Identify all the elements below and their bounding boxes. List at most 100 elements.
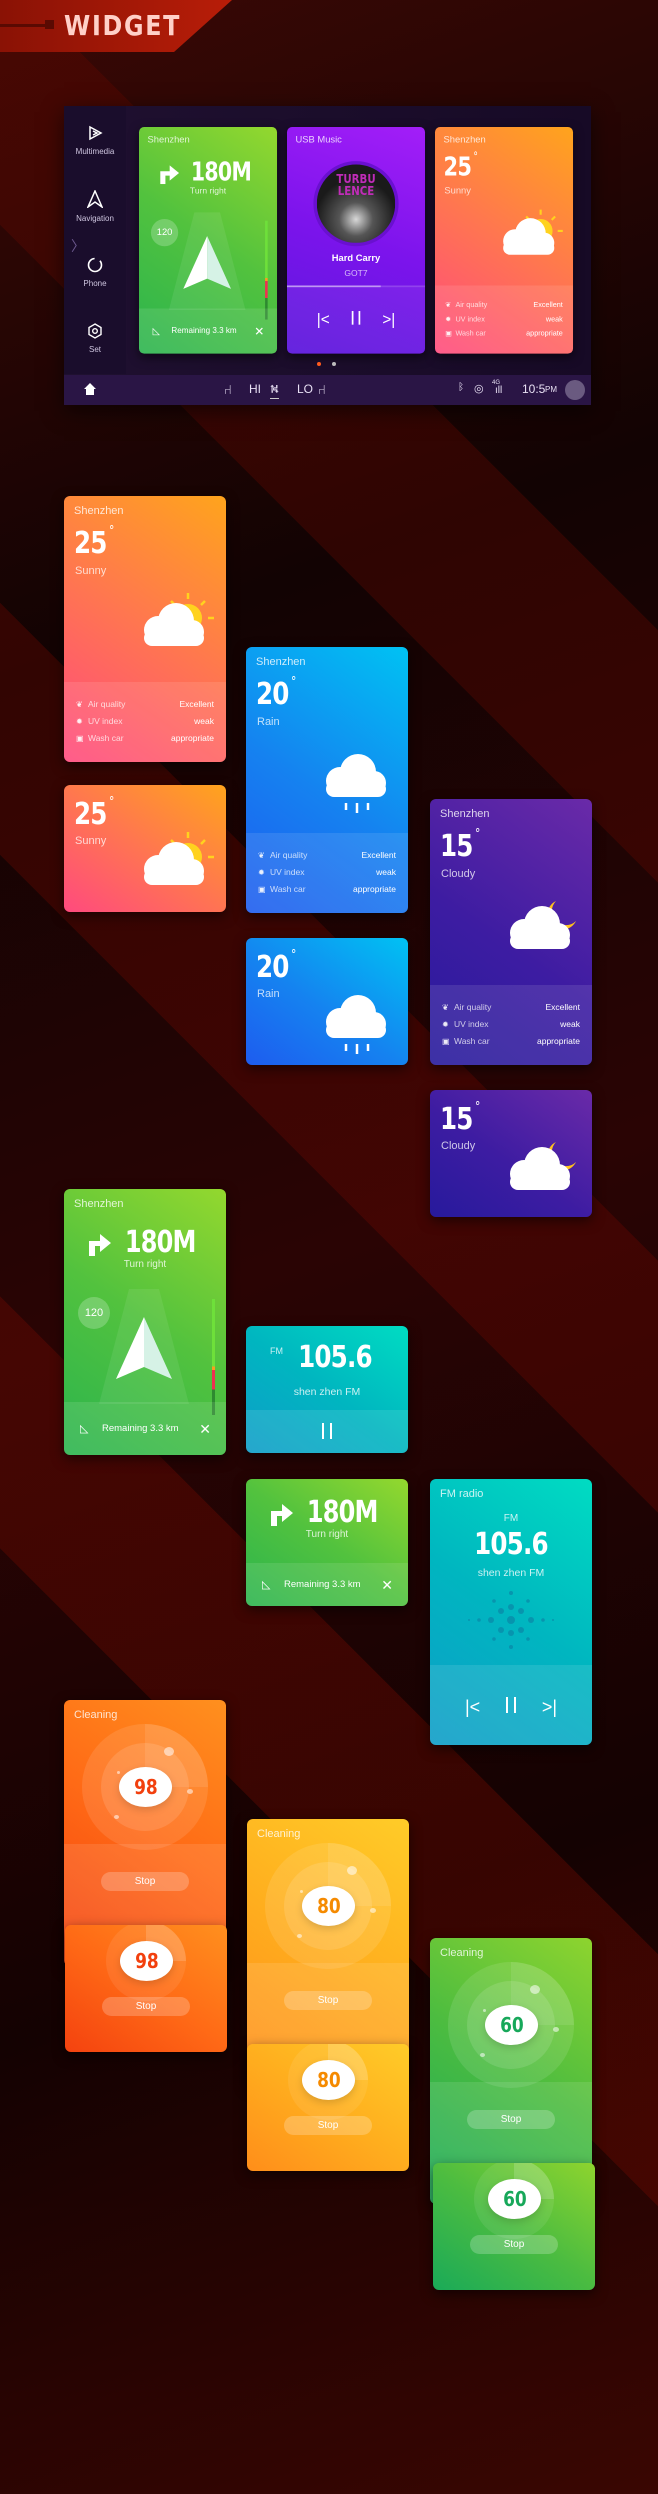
home-icon[interactable] [83,382,97,396]
car-icon: ▣ [258,884,266,894]
info-row: ▣ Wash car appropriate [76,733,214,743]
moon-cloud-icon [510,901,576,949]
sun-cloud-icon [144,593,214,646]
info-row: ✹ UV index weak [442,1019,580,1029]
stop-button[interactable]: Stop [467,2110,555,2129]
weather-widget-sunny-compact[interactable]: 25 ° Sunny [64,785,226,912]
temp-lo-button[interactable]: LO [297,382,313,396]
rain-cloud-icon [326,995,386,1054]
info-value: Excellent [533,299,563,309]
avatar[interactable] [565,380,585,400]
stop-button[interactable]: Stop [101,1872,189,1891]
progress-track[interactable] [287,285,426,288]
weather-condition: Cloudy [441,868,476,880]
radio-widget-compact[interactable]: FM 105.6 shen zhen FM [246,1326,408,1453]
temperature: 25 ° [74,524,114,561]
weather-widget-cloudy-compact[interactable]: 15 ° Cloudy [430,1090,592,1217]
music-controls: |< >| [287,285,426,354]
stop-button[interactable]: Stop [102,1997,190,2016]
widget-title: Cleaning [257,1828,301,1840]
car-dashboard: Multimedia Navigation 〉 Phone Set Shenzh… [64,106,591,405]
stop-button[interactable]: Stop [284,2116,372,2135]
turn-right-icon [160,164,179,184]
page-indicator [64,362,591,368]
seat-heat-left-icon[interactable]: ⑁ [224,382,232,397]
mute-icon[interactable]: ◺ [80,1422,88,1435]
cleaning-widget-yellow-compact[interactable]: 80 Stop [247,2044,409,2171]
sidebar-item-multimedia[interactable]: Multimedia [64,125,126,156]
cleaning-widget-orange-compact[interactable]: 98 Stop [65,1925,227,2052]
cleaning-widget-green-compact[interactable]: 60 Stop [433,2163,595,2290]
info-label: Air quality [88,699,126,709]
navigation-widget-compact[interactable]: 180M Turn right ◺ Remaining 3.3 km ✕ [246,1479,408,1606]
stop-button[interactable]: Stop [470,2235,558,2254]
frequency: 105.6 [298,1340,373,1375]
info-label: Air quality [454,1002,492,1012]
info-row: ▣ Wash car appropriate [445,329,563,338]
sidebar-label: Phone [83,279,107,288]
info-value: appropriate [526,328,563,338]
frequency: 105.6 [474,1527,549,1562]
city-name: Shenzhen [74,1198,124,1210]
navigation-widget-full[interactable]: Shenzhen 180M Turn right 120 ◺ Remaining… [64,1189,226,1455]
weather-widget-rain-full[interactable]: Shenzhen 20 ° Rain ❦ Air quality Excellent ✹… [246,647,408,913]
turn-right-icon [270,1503,293,1526]
dashboard-music-widget[interactable]: USB Music TURBU LENCE Hard Carry GOT7 |<… [287,127,426,354]
route-progress-bar [265,220,268,320]
previous-icon[interactable]: |< [465,1697,480,1718]
sidebar-item-navigation[interactable]: Navigation [64,190,126,223]
next-icon[interactable]: >| [542,1697,557,1718]
info-value: Excellent [545,1002,581,1012]
mute-icon[interactable]: ◺ [153,325,160,336]
turn-right-icon [88,1233,111,1256]
chevron-right-icon[interactable]: 〉 [71,236,85,256]
car-icon: ▣ [76,733,84,743]
radio-controls: |< >| [430,1665,592,1745]
temp-hi-button[interactable]: HI [249,382,261,396]
cleaning-percentage: 60 [485,2005,538,2045]
temperature: 20 ° [256,948,296,985]
cleaning-percentage: 98 [119,1767,172,1807]
radio-widget-full[interactable]: FM radio FM 105.6 shen zhen FM |< >| [430,1479,592,1745]
pause-icon[interactable] [506,1697,516,1713]
temperature: 25 ° [74,795,114,832]
moon-cloud-icon [510,1142,576,1190]
song-title: Hard Carry [331,253,381,264]
weather-info-panel: ❦ Air quality Excellent ✹ UV index weak ▣ Wash … [246,833,408,913]
close-icon[interactable]: ✕ [254,324,264,338]
weather-condition: Sunny [444,185,471,197]
climate-airflow-icon[interactable]: ⛕ [270,382,279,399]
weather-widget-sunny-full[interactable]: Shenzhen 25 ° Sunny ❦ Air quality Excellent… [64,496,226,762]
weather-widget-cloudy-full[interactable]: Shenzhen 15 ° Cloudy ❦ Air quality Excellen… [430,799,592,1065]
dashboard-weather-widget[interactable]: Shenzhen 25 ° Sunny ❦ Air quality Excellent… [435,127,574,354]
turn-label: Turn right [189,186,227,197]
next-icon[interactable]: >| [382,311,395,329]
car-icon: ▣ [445,329,452,338]
weather-widget-rain-compact[interactable]: 20 ° Rain [246,938,408,1065]
stop-button[interactable]: Stop [284,1991,372,2010]
uv-sun-icon: ✹ [445,314,451,323]
leaf-icon: ❦ [258,850,265,860]
page-dot[interactable] [332,362,336,366]
temperature: 15 ° [440,827,480,864]
previous-icon[interactable]: |< [317,311,330,329]
close-icon[interactable]: ✕ [199,1421,211,1438]
pause-icon[interactable] [351,311,361,325]
turn-distance: 180M [190,157,252,188]
sidebar-item-set[interactable]: Set [64,323,126,354]
info-label: Air quality [270,850,308,860]
dashboard-navigation-widget[interactable]: Shenzhen 180M Turn right 120 ◺ Remaining… [139,127,278,354]
close-icon[interactable]: ✕ [381,1577,393,1594]
city-name: Shenzhen [74,505,124,517]
band-label: FM [503,1513,519,1524]
page-dot-active[interactable] [317,362,321,366]
speed-limit-badge: 120 [150,219,179,247]
sidebar-item-phone[interactable]: Phone [64,257,126,288]
info-value: Excellent [179,699,215,709]
seat-heat-right-icon[interactable]: ⑁ [318,382,326,397]
info-label: UV index [270,867,305,877]
widget-title: FM radio [440,1488,484,1500]
info-row: ❦ Air quality Excellent [445,300,563,309]
mute-icon[interactable]: ◺ [262,1578,270,1591]
pause-icon[interactable] [322,1423,332,1439]
